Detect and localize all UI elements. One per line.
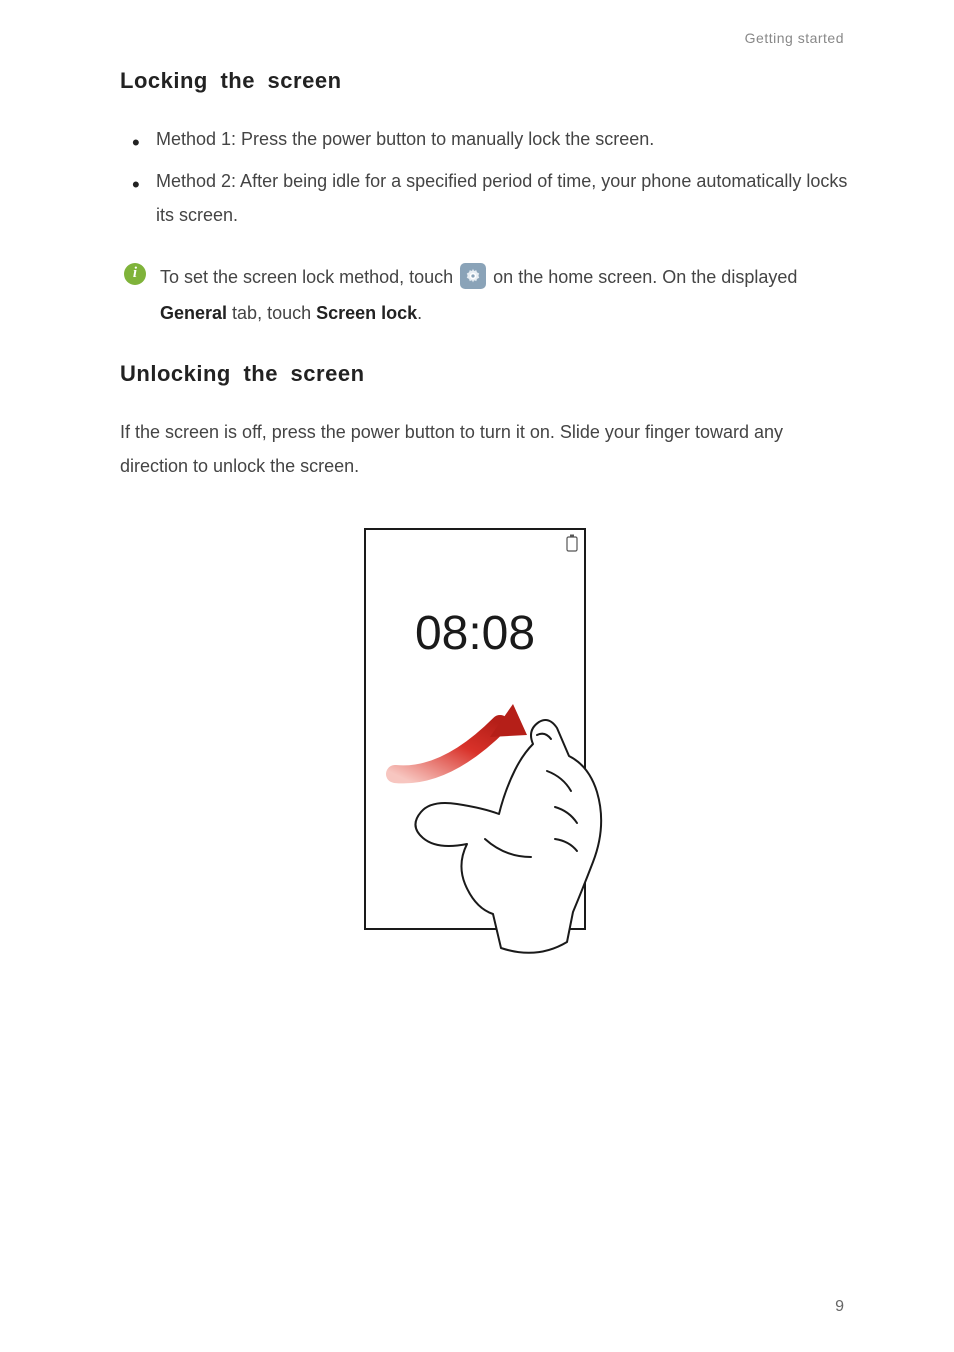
- unlocking-paragraph: If the screen is off, press the power bu…: [120, 415, 849, 483]
- lockscreen-clock: 08:08: [414, 607, 534, 660]
- locking-methods-list: Method 1: Press the power button to manu…: [128, 122, 849, 233]
- info-bold-general: General: [160, 303, 227, 323]
- info-bold-screenlock: Screen lock: [316, 303, 417, 323]
- info-text: To set the screen lock method, touch on …: [160, 259, 849, 331]
- list-item: Method 1: Press the power button to manu…: [128, 122, 849, 156]
- info-text-mid: on the home screen. On the displayed: [488, 267, 797, 287]
- chapter-header: Getting started: [120, 30, 849, 46]
- settings-icon: [460, 263, 486, 289]
- info-icon: i: [124, 263, 146, 285]
- info-text-pre: To set the screen lock method, touch: [160, 267, 458, 287]
- list-item: Method 2: After being idle for a specifi…: [128, 164, 849, 232]
- info-text-mid2: tab, touch: [227, 303, 316, 323]
- info-text-end: .: [417, 303, 422, 323]
- page-number: 9: [835, 1298, 844, 1316]
- unlock-gesture-figure: 08:08: [120, 519, 849, 989]
- section-unlocking-heading: Unlocking the screen: [120, 361, 849, 387]
- section-locking-heading: Locking the screen: [120, 68, 849, 94]
- info-callout: i To set the screen lock method, touch o…: [124, 259, 849, 331]
